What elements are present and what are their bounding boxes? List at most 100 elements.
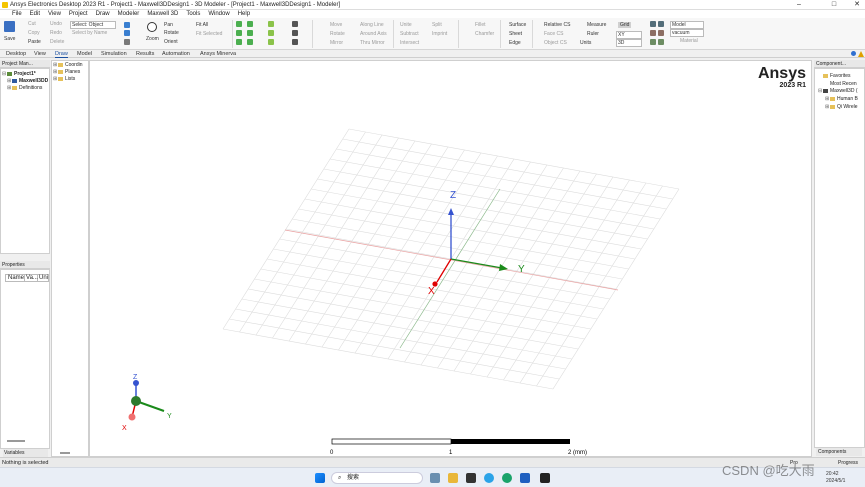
menu-maxwell3d[interactable]: Maxwell 3D [147, 11, 178, 17]
clock-date[interactable]: 2024/5/1 [826, 478, 845, 484]
rotate-button[interactable]: Rotate [164, 30, 179, 36]
dimension-dropdown[interactable]: 3D [616, 39, 642, 47]
select-by-name-button[interactable]: Select by Name [72, 30, 107, 36]
select-dropdown[interactable]: Select: Object [70, 21, 116, 29]
tree-item-lists[interactable]: ⊞ Lists [53, 76, 75, 82]
relative-cs-button[interactable]: Relative CS [544, 22, 570, 28]
draw-sheet-icon[interactable] [268, 30, 274, 36]
component-item-qi-wireless[interactable]: ⊞ Qi Wirele [825, 104, 858, 110]
subtract-button[interactable]: Subtract [400, 31, 419, 37]
redo-button[interactable]: Redo [50, 30, 62, 36]
tree-item-definitions[interactable]: ⊞ Definitions [7, 85, 42, 91]
clock-time[interactable]: 20:42 [826, 471, 839, 477]
material-button[interactable]: Material [680, 38, 698, 44]
tab-model[interactable]: Model [77, 51, 92, 57]
component-item-maxwell3d[interactable]: ⊟ Maxwell3D ( [818, 88, 858, 94]
view-icon[interactable] [650, 39, 656, 45]
orient-button[interactable]: Orient [164, 39, 178, 45]
tab-simulation[interactable]: Simulation [101, 51, 127, 57]
ansys-taskbar-icon[interactable] [540, 473, 550, 483]
ruler-button[interactable]: Ruler [587, 31, 599, 37]
save-icon[interactable] [4, 21, 15, 32]
viewport-canvas[interactable]: Z Y X Z Y X 0 1 2 (mm) [90, 61, 813, 458]
object-cs-button[interactable]: Object CS [544, 40, 567, 46]
draw-shape-icon[interactable] [236, 21, 242, 27]
draw-shape-icon[interactable] [247, 30, 253, 36]
menu-file[interactable]: File [12, 11, 22, 17]
thru-mirror-button[interactable]: Thru Mirror [360, 40, 385, 46]
rotate-op-button[interactable]: Rotate [330, 31, 345, 37]
tab-results[interactable]: Results [136, 51, 154, 57]
component-item-favorites[interactable]: Favorites [823, 73, 851, 79]
material-dropdown[interactable]: vacuum [670, 29, 704, 37]
measure-button[interactable]: Measure [587, 22, 606, 28]
close-button[interactable]: ✕ [845, 0, 865, 10]
around-axis-button[interactable]: Around Axis [360, 31, 387, 37]
rotate-icon[interactable] [124, 30, 130, 36]
unite-button[interactable]: Unite [400, 22, 412, 28]
zoom-icon[interactable] [147, 22, 157, 32]
intersect-button[interactable]: Intersect [400, 40, 419, 46]
menu-tools[interactable]: Tools [186, 11, 200, 17]
draw-sheet-icon[interactable] [268, 21, 274, 27]
app-icon-blue[interactable] [484, 473, 494, 483]
windows-start-icon[interactable] [315, 473, 325, 483]
along-line-button[interactable]: Along Line [360, 22, 384, 28]
components-tab[interactable]: Components [816, 448, 862, 456]
zoom-button[interactable]: Zoom [146, 36, 159, 42]
menu-help[interactable]: Help [238, 11, 250, 17]
draw-shape-icon[interactable] [247, 21, 253, 27]
tree-item-design[interactable]: ⊞ Maxwell3DD [7, 78, 48, 84]
info-icon[interactable] [851, 51, 856, 56]
fit-all-button[interactable]: Fit All [196, 22, 208, 28]
fit-selected-button[interactable]: Fit Selected [196, 31, 222, 37]
edge-button[interactable]: Edge [509, 40, 521, 46]
delete-button[interactable]: Delete [50, 39, 64, 45]
grid-button[interactable]: Grid [618, 22, 632, 28]
pan-button[interactable]: Pan [164, 22, 173, 28]
view-icon[interactable] [658, 30, 664, 36]
imprint-button[interactable]: Imprint [432, 31, 447, 37]
fillet-button[interactable]: Fillet [475, 22, 486, 28]
menu-edit[interactable]: Edit [30, 11, 40, 17]
pan-icon[interactable] [124, 22, 130, 28]
draw-line-icon[interactable] [292, 39, 298, 45]
sheet-button[interactable]: Sheet [509, 31, 522, 37]
tab-desktop[interactable]: Desktop [6, 51, 26, 57]
tree-item-planes[interactable]: ⊞ Planes [53, 69, 80, 75]
mirror-button[interactable]: Mirror [330, 40, 343, 46]
browser-icon[interactable] [502, 473, 512, 483]
variables-tab[interactable]: Variables [3, 449, 48, 457]
file-explorer-icon[interactable] [448, 473, 458, 483]
component-item-most-recent[interactable]: Most Recen [823, 81, 857, 87]
split-button[interactable]: Split [432, 22, 442, 28]
tab-ansys-minerva[interactable]: Ansys Minerva [200, 51, 236, 57]
draw-shape-icon[interactable] [247, 39, 253, 45]
paste-button[interactable]: Paste [28, 39, 41, 45]
draw-line-icon[interactable] [292, 21, 298, 27]
draw-line-icon[interactable] [292, 30, 298, 36]
chamfer-button[interactable]: Chamfer [475, 31, 494, 37]
warning-icon[interactable] [858, 51, 864, 57]
app-icon-dark[interactable] [466, 473, 476, 483]
tab-draw[interactable]: Draw [55, 51, 68, 58]
maximize-button[interactable]: □ [822, 0, 846, 10]
units-button[interactable]: Units [580, 40, 591, 46]
view-icon[interactable] [658, 39, 664, 45]
copy-button[interactable]: Copy [28, 30, 40, 36]
draw-sheet-icon[interactable] [268, 39, 274, 45]
move-button[interactable]: Move [330, 22, 342, 28]
plane-dropdown[interactable]: XY [616, 31, 642, 39]
image-app-icon[interactable] [430, 473, 440, 483]
undo-button[interactable]: Undo [50, 21, 62, 27]
scrollbar[interactable] [7, 440, 25, 442]
column-header-unit[interactable]: Uni [38, 275, 48, 281]
menu-modeler[interactable]: Modeler [118, 11, 140, 17]
cut-button[interactable]: Cut [28, 21, 36, 27]
menu-draw[interactable]: Draw [96, 11, 110, 17]
view-icon[interactable] [650, 30, 656, 36]
tab-automation[interactable]: Automation [162, 51, 190, 57]
component-item-human-body[interactable]: ⊞ Human B [825, 96, 858, 102]
column-header-name[interactable]: Name [6, 275, 26, 281]
minimize-button[interactable]: – [787, 0, 811, 10]
